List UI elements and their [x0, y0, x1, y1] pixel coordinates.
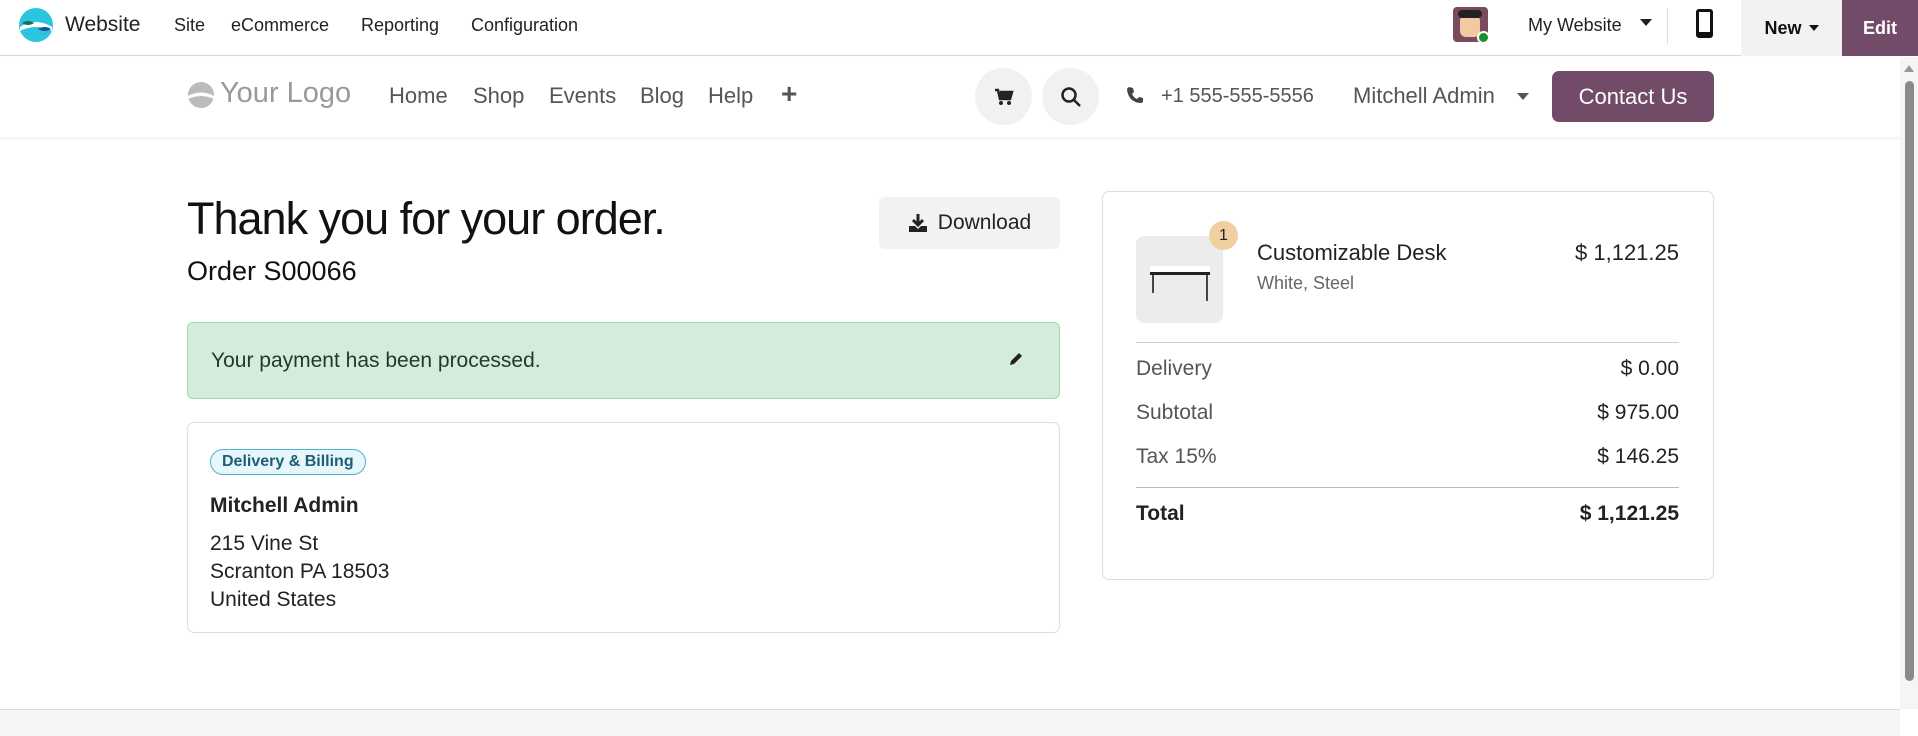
- address-street: 215 Vine St: [210, 532, 319, 555]
- divider: [1667, 8, 1668, 44]
- total-row: Total $ 1,121.25: [1136, 502, 1679, 526]
- divider: [1136, 342, 1679, 343]
- row-label: Delivery: [1136, 357, 1212, 380]
- subtotal-row: Subtotal $ 975.00: [1136, 401, 1679, 425]
- logo-icon: [188, 82, 214, 108]
- caret-down-icon: [1808, 25, 1819, 36]
- address-card: Delivery & Billing Mitchell Admin 215 Vi…: [187, 422, 1060, 633]
- download-button[interactable]: Download: [879, 197, 1060, 249]
- page-title: Thank you for your order.: [187, 193, 666, 244]
- quantity-badge: 1: [1209, 221, 1238, 250]
- menu-reporting[interactable]: Reporting: [361, 15, 439, 36]
- cart-icon: [994, 88, 1014, 105]
- menu-configuration[interactable]: Configuration: [471, 15, 578, 36]
- row-value: $ 146.25: [1597, 445, 1679, 468]
- product-name: Customizable Desk: [1257, 240, 1447, 265]
- phone-number[interactable]: +1 555-555-5556: [1161, 85, 1314, 108]
- delivery-billing-badge: Delivery & Billing: [210, 449, 366, 475]
- row-value: $ 0.00: [1620, 357, 1679, 380]
- address-lines: 215 Vine St Scranton PA 18503 United Sta…: [210, 530, 389, 614]
- scrollbar[interactable]: [1900, 57, 1918, 709]
- scroll-up-icon[interactable]: [1904, 65, 1914, 72]
- scrollbar-thumb[interactable]: [1905, 81, 1914, 681]
- edit-pencil-icon[interactable]: [1008, 351, 1024, 367]
- total-label: Total: [1136, 502, 1185, 525]
- user-menu[interactable]: Mitchell Admin: [1353, 83, 1495, 109]
- delivery-row: Delivery $ 0.00: [1136, 357, 1679, 381]
- search-icon: [1060, 86, 1081, 107]
- website-app-icon: [19, 8, 53, 42]
- caret-down-icon: [1517, 93, 1529, 106]
- download-label: Download: [937, 211, 1032, 234]
- new-button[interactable]: New: [1741, 0, 1842, 56]
- product-price: $ 1,121.25: [1575, 240, 1679, 265]
- tax-row: Tax 15% $ 146.25: [1136, 445, 1679, 469]
- product-variant: White, Steel: [1257, 273, 1355, 293]
- nav-help[interactable]: Help: [708, 83, 753, 109]
- app-name[interactable]: Website: [65, 13, 140, 37]
- edit-button[interactable]: Edit: [1842, 0, 1918, 56]
- footer: [0, 709, 1900, 736]
- nav-events[interactable]: Events: [549, 83, 616, 109]
- add-page-button[interactable]: +: [781, 78, 797, 110]
- contact-us-button[interactable]: Contact Us: [1552, 71, 1714, 122]
- row-label: Tax 15%: [1136, 445, 1217, 468]
- menu-site[interactable]: Site: [174, 15, 205, 36]
- search-button[interactable]: [1042, 68, 1099, 125]
- payment-status-text: Your payment has been processed.: [211, 349, 541, 372]
- address-city: Scranton PA 18503: [210, 560, 390, 583]
- avatar[interactable]: [1453, 7, 1490, 44]
- download-icon: [908, 214, 927, 232]
- new-label: New: [1764, 17, 1802, 38]
- mobile-preview-icon[interactable]: [1696, 9, 1713, 38]
- site-logo[interactable]: Your Logo: [220, 77, 351, 110]
- top-bar: Website Site eCommerce Reporting Configu…: [0, 0, 1918, 56]
- phone-icon: [1127, 87, 1143, 103]
- total-value: $ 1,121.25: [1579, 502, 1679, 525]
- caret-down-icon: [1640, 19, 1652, 32]
- payment-alert: Your payment has been processed.: [187, 322, 1060, 399]
- customer-name: Mitchell Admin: [210, 494, 359, 517]
- address-country: United States: [210, 588, 337, 611]
- cart-button[interactable]: [975, 68, 1032, 125]
- row-value: $ 975.00: [1597, 401, 1679, 424]
- nav-blog[interactable]: Blog: [640, 83, 684, 109]
- menu-ecommerce[interactable]: eCommerce: [231, 15, 329, 36]
- website-selector[interactable]: My Website: [1528, 15, 1622, 36]
- nav-home[interactable]: Home: [389, 83, 448, 109]
- product-image: [1136, 236, 1223, 323]
- divider: [1136, 487, 1679, 488]
- site-header: Your Logo Home Shop Events Blog Help + +…: [0, 57, 1900, 137]
- row-label: Subtotal: [1136, 401, 1214, 424]
- nav-shop[interactable]: Shop: [473, 83, 524, 109]
- online-status-icon: [1477, 31, 1490, 44]
- order-number: Order S00066: [187, 256, 357, 286]
